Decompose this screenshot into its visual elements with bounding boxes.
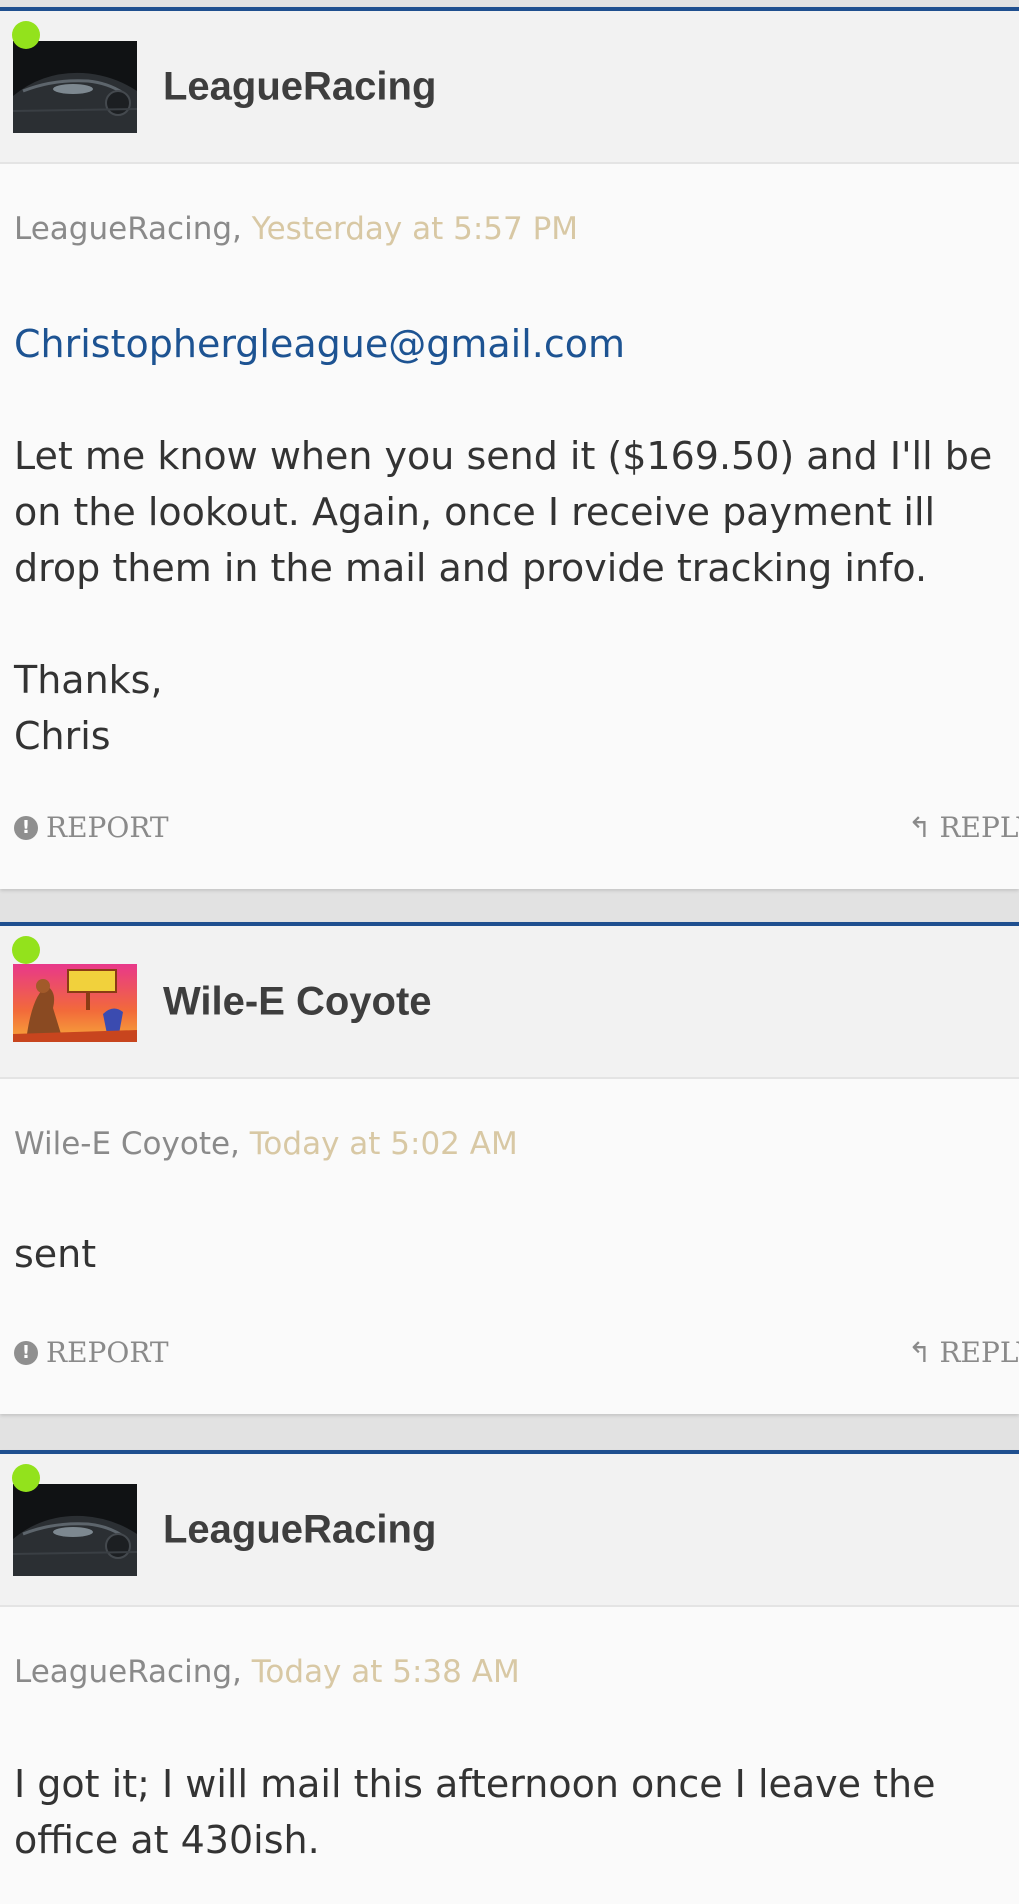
reply-button[interactable]: ↰ REPLY (908, 811, 1019, 844)
username[interactable]: LeagueRacing (163, 64, 436, 109)
report-icon: ! (14, 1340, 38, 1365)
avatar[interactable] (13, 1484, 137, 1576)
reply-icon: ↰ (908, 811, 932, 844)
reply-label: REPLY (939, 811, 1019, 844)
online-status-indicator (12, 21, 40, 49)
reply-button[interactable]: ↰ REPLY (908, 1336, 1019, 1369)
meta-timestamp[interactable]: Yesterday at 5:57 PM (252, 211, 578, 247)
username[interactable]: Wile-E Coyote (163, 979, 432, 1024)
body-line: Thanks, (14, 658, 163, 702)
report-button[interactable]: ! REPORT (14, 1336, 169, 1369)
post-actions: ! REPORT ↰ REPLY (0, 811, 1019, 851)
report-label: REPORT (46, 1336, 169, 1369)
post-2: Wile-E Coyote Wile-E Coyote, Today at 5:… (0, 922, 1019, 1414)
post-1: LeagueRacing LeagueRacing, Yesterday at … (0, 7, 1019, 889)
report-icon: ! (14, 815, 38, 840)
body-line: sent (14, 1232, 97, 1276)
post-meta: Wile-E Coyote, Today at 5:02 AM (14, 1126, 518, 1162)
reply-icon: ↰ (908, 1336, 932, 1369)
meta-timestamp[interactable]: Today at 5:02 AM (250, 1126, 518, 1162)
body-line: drop them in the mail and provide tracki… (14, 546, 928, 590)
body-line: office at 430ish. (14, 1818, 320, 1862)
avatar[interactable] (13, 964, 137, 1042)
post-body: Christophergleague@gmail.com Let me know… (14, 316, 1015, 764)
report-label: REPORT (46, 811, 169, 844)
meta-author[interactable]: LeagueRacing, (14, 1654, 242, 1690)
body-line: Chris (14, 714, 111, 758)
body-line: Let me know when you send it ($169.50) a… (14, 434, 993, 478)
online-status-indicator (12, 936, 40, 964)
reply-label: REPLY (939, 1336, 1019, 1369)
post-body: sent (14, 1226, 1015, 1282)
body-line: I got it; I will mail this afternoon onc… (14, 1762, 936, 1806)
meta-author[interactable]: LeagueRacing, (14, 211, 242, 247)
report-button[interactable]: ! REPORT (14, 811, 169, 844)
body-line: on the lookout. Again, once I receive pa… (14, 490, 936, 534)
email-link[interactable]: Christophergleague@gmail.com (14, 316, 1015, 372)
avatar[interactable] (13, 41, 137, 133)
meta-timestamp[interactable]: Today at 5:38 AM (252, 1654, 520, 1690)
post-body: I got it; I will mail this afternoon onc… (14, 1756, 1015, 1868)
post-meta: LeagueRacing, Yesterday at 5:57 PM (14, 211, 578, 247)
post-actions: ! REPORT ↰ REPLY (0, 1336, 1019, 1376)
post-3: LeagueRacing LeagueRacing, Today at 5:38… (0, 1450, 1019, 1904)
username[interactable]: LeagueRacing (163, 1507, 436, 1552)
post-header: LeagueRacing (0, 1454, 1019, 1607)
meta-author[interactable]: Wile-E Coyote, (14, 1126, 240, 1162)
post-header: LeagueRacing (0, 11, 1019, 164)
post-header: Wile-E Coyote (0, 926, 1019, 1079)
post-meta: LeagueRacing, Today at 5:38 AM (14, 1654, 520, 1690)
online-status-indicator (12, 1464, 40, 1492)
